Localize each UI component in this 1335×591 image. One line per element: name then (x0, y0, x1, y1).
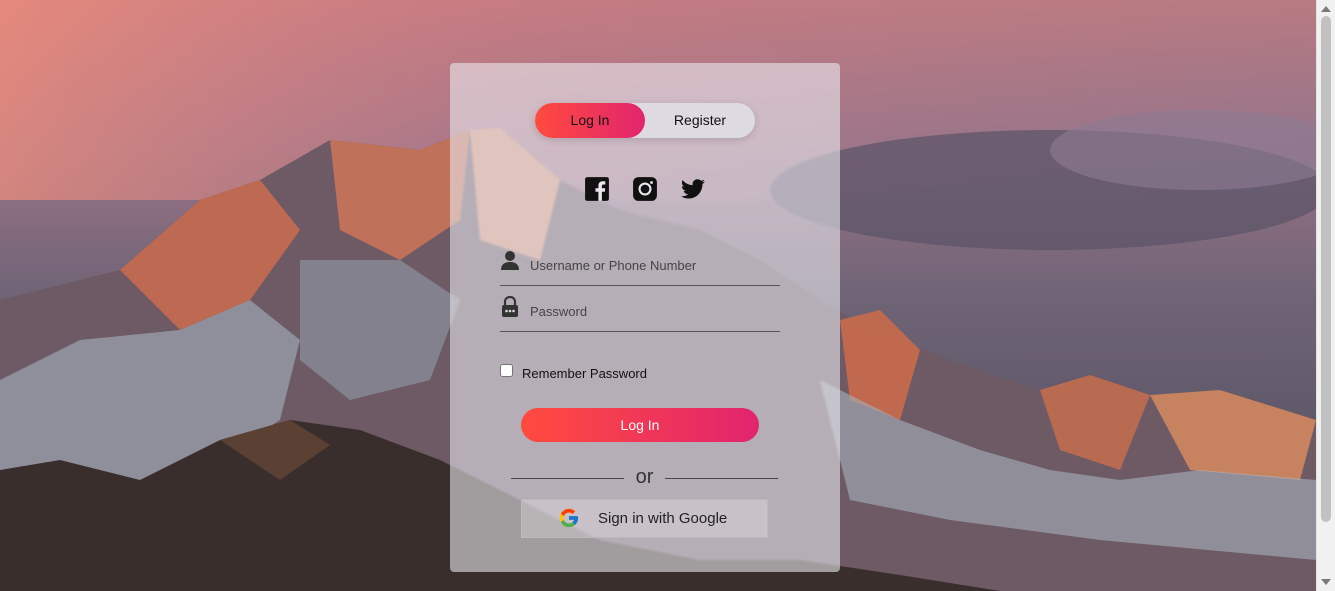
scrollbar-thumb[interactable] (1321, 16, 1331, 522)
vertical-scrollbar[interactable] (1316, 0, 1335, 591)
scroll-down-arrow-icon[interactable] (1321, 579, 1331, 585)
tab-register[interactable]: Register (645, 103, 755, 138)
divider-line-right (665, 478, 778, 479)
google-signin-label: Sign in with Google (598, 510, 728, 527)
lock-icon (502, 296, 518, 317)
tab-login[interactable]: Log In (535, 103, 645, 138)
instagram-icon[interactable] (632, 176, 658, 202)
or-divider: or (511, 466, 778, 490)
password-field (500, 291, 780, 332)
auth-mode-toggle: Log In Register (535, 103, 755, 138)
password-input[interactable] (530, 300, 770, 322)
facebook-icon[interactable] (584, 176, 610, 202)
user-icon (501, 251, 519, 270)
remember-password-checkbox[interactable] (500, 364, 513, 377)
login-button[interactable]: Log In (521, 408, 759, 442)
twitter-icon[interactable] (680, 176, 706, 202)
username-field (500, 245, 780, 286)
google-signin-button[interactable]: Sign in with Google (521, 499, 768, 538)
remember-password-label: Remember Password (522, 366, 647, 381)
scroll-up-arrow-icon[interactable] (1321, 6, 1331, 12)
google-icon (559, 508, 579, 528)
username-input[interactable] (530, 254, 770, 276)
login-card: Log In Register Remember Password (450, 63, 840, 572)
